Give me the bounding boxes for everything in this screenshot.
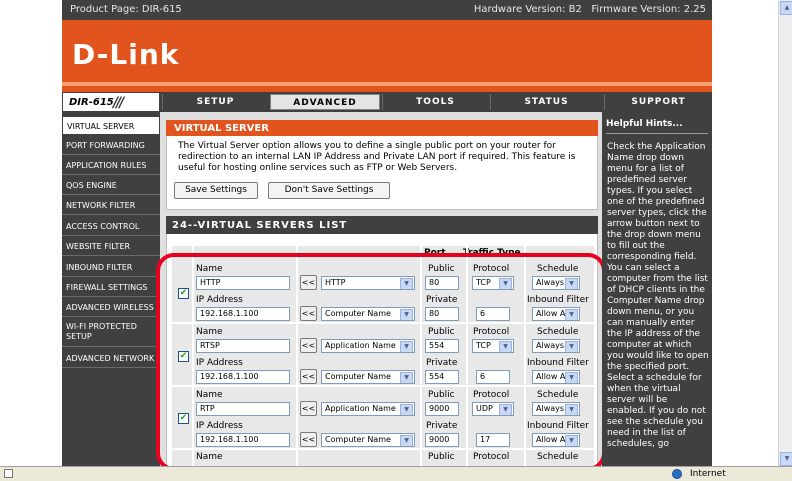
product-page-label: Product Page: DIR-615 bbox=[70, 4, 182, 15]
helpful-hints-panel: Helpful Hints... Check the Application N… bbox=[602, 112, 712, 481]
slash-decoration: /// bbox=[113, 95, 124, 111]
virtual-server-heading: VIRTUAL SERVER bbox=[166, 120, 598, 136]
page-icon bbox=[4, 469, 13, 478]
tab-support[interactable]: SUPPORT bbox=[604, 94, 712, 110]
tab-advanced[interactable]: ADVANCED bbox=[270, 94, 380, 110]
sidebar-item-virtual-server[interactable]: VIRTUAL SERVER bbox=[62, 116, 160, 135]
sidebar-item-inbound-filter[interactable]: INBOUND FILTER bbox=[62, 258, 160, 277]
highlight-annotation bbox=[156, 253, 606, 471]
virtual-servers-list-heading: 24--VIRTUAL SERVERS LIST bbox=[166, 216, 598, 234]
sidebar-item-firewall-settings[interactable]: FIREWALL SETTINGS bbox=[62, 278, 160, 297]
sidebar-item-network-filter[interactable]: NETWORK FILTER bbox=[62, 196, 160, 215]
sidebar-item-port-forwarding[interactable]: PORT FORWARDING bbox=[62, 136, 160, 155]
dont-save-settings-button[interactable]: Don't Save Settings bbox=[268, 182, 390, 199]
vertical-scrollbar[interactable]: ▲ ▼ bbox=[778, 0, 792, 466]
hints-title: Helpful Hints... bbox=[606, 119, 683, 129]
tab-tools[interactable]: TOOLS bbox=[382, 94, 488, 110]
tab-status[interactable]: STATUS bbox=[490, 94, 602, 110]
brand-banner: D-Link bbox=[62, 20, 712, 92]
hints-divider bbox=[606, 133, 708, 134]
sidebar-item-website-filter[interactable]: WEBSITE FILTER bbox=[62, 237, 160, 256]
sidebar-item-access-control[interactable]: ACCESS CONTROL bbox=[62, 217, 160, 236]
scroll-up-icon[interactable]: ▲ bbox=[780, 1, 792, 15]
browser-status-bar: Internet bbox=[0, 466, 792, 481]
top-info-bar: Product Page: DIR-615 Hardware Version: … bbox=[62, 0, 712, 20]
globe-icon bbox=[672, 469, 682, 479]
sidebar-item-advanced-network[interactable]: ADVANCED NETWORK bbox=[62, 349, 160, 368]
sidebar-item-application-rules[interactable]: APPLICATION RULES bbox=[62, 156, 160, 175]
model-badge: DIR-615 /// bbox=[62, 92, 160, 112]
security-zone-label: Internet bbox=[690, 469, 726, 479]
sidebar-item-advanced-wireless[interactable]: ADVANCED WIRELESS bbox=[62, 298, 160, 317]
scroll-down-icon[interactable]: ▼ bbox=[780, 452, 792, 466]
dlink-logo: D-Link bbox=[72, 38, 180, 71]
sidebar-item-qos-engine[interactable]: QOS ENGINE bbox=[62, 176, 160, 195]
sidebar-item-wifi-protected-setup[interactable]: WI-FI PROTECTED SETUP bbox=[62, 318, 160, 347]
hints-text: Check the Application Name drop down men… bbox=[607, 142, 709, 449]
virtual-server-description: The Virtual Server option allows you to … bbox=[178, 141, 576, 173]
version-label: Hardware Version: B2 Firmware Version: 2… bbox=[473, 4, 706, 15]
tab-setup[interactable]: SETUP bbox=[162, 94, 268, 110]
save-settings-button[interactable]: Save Settings bbox=[174, 182, 258, 199]
model-label: DIR-615 bbox=[69, 97, 114, 108]
banner-stripe bbox=[62, 82, 712, 86]
